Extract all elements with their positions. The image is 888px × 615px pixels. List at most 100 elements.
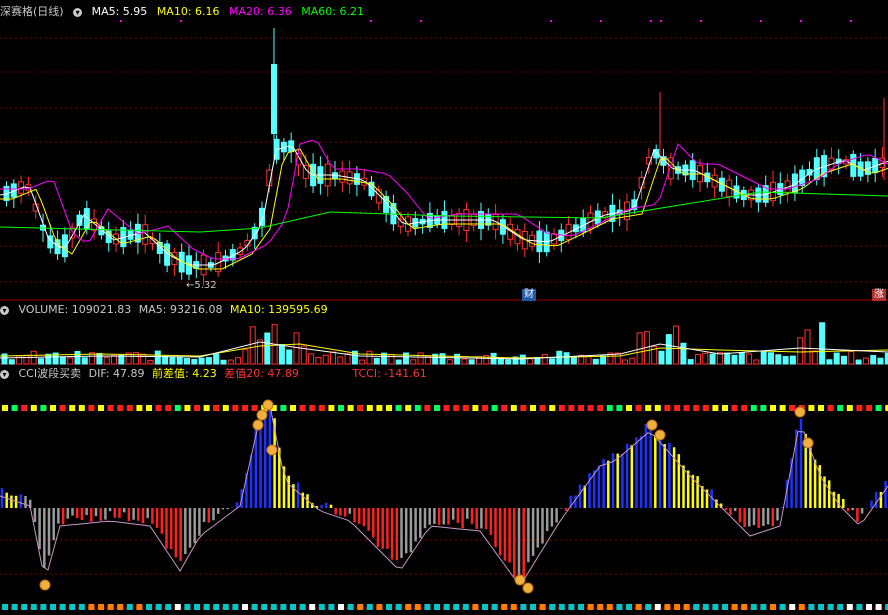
signal-dot-top <box>453 405 460 411</box>
hand-signal-icon <box>646 419 658 431</box>
signal-dot-bottom <box>299 604 306 610</box>
signal-dot-top <box>40 405 47 411</box>
signal-dot-top <box>770 405 776 411</box>
signal-dot-bottom <box>98 604 104 610</box>
signal-dot-top <box>741 405 748 411</box>
signal-dot-top <box>347 405 354 411</box>
signal-dot-bottom <box>395 604 402 610</box>
volume-bar <box>8 359 15 365</box>
volume-bar <box>220 359 227 365</box>
signal-dot-top <box>98 405 104 411</box>
volume-bar <box>191 359 198 365</box>
signal-dot-bottom <box>174 604 181 610</box>
volume-bar <box>169 356 176 365</box>
signal-dot-top <box>674 405 680 411</box>
signal-dot-bottom <box>126 604 133 610</box>
volume-bar <box>680 342 687 365</box>
signal-dot-top <box>462 405 469 411</box>
signal-dot-bottom <box>702 604 709 610</box>
signal-dot-top <box>664 405 671 411</box>
volume-bar <box>600 355 607 365</box>
signal-dot-bottom <box>347 604 354 610</box>
volume-bar <box>278 344 285 365</box>
signal-dot-top <box>866 405 872 411</box>
volume-bar <box>162 355 169 365</box>
volume-bar <box>468 359 475 365</box>
signal-dot-top <box>558 405 565 411</box>
marker-cai[interactable]: 财 <box>522 289 536 301</box>
signal-dot-top <box>299 405 306 411</box>
volume-bar <box>695 354 701 365</box>
signal-dot-top <box>328 405 335 411</box>
signal-dot-top <box>808 405 815 411</box>
signal-dot-bottom <box>414 604 421 610</box>
signal-dot-bottom <box>558 604 565 610</box>
signal-dot-top <box>645 405 652 411</box>
signal-dot-bottom <box>462 604 469 610</box>
signal-dot-bottom <box>568 604 575 610</box>
signal-dot-bottom <box>309 604 316 610</box>
signal-dot-bottom <box>760 604 767 610</box>
volume-bar <box>841 355 847 365</box>
signal-dot-top <box>50 405 56 411</box>
candle-body <box>271 64 277 134</box>
signal-dot-bottom <box>606 604 613 610</box>
signal-dot-top <box>69 405 76 411</box>
signal-dot-bottom <box>654 604 661 610</box>
event-tick <box>120 20 122 22</box>
signal-dot-bottom <box>242 604 248 610</box>
hand-signal-icon <box>794 406 806 418</box>
signal-dot-bottom <box>146 604 152 610</box>
volume-bar <box>804 329 811 365</box>
event-tick <box>180 20 182 22</box>
signal-dot-top <box>702 405 709 411</box>
signal-dot-bottom <box>808 604 815 610</box>
event-tick <box>370 20 372 22</box>
signal-dot-bottom <box>722 604 728 610</box>
signal-dot-top <box>578 405 584 411</box>
volume-bar <box>439 353 446 365</box>
signal-dot-top <box>731 405 738 411</box>
signal-dot-top <box>165 405 172 411</box>
signal-dot-bottom <box>539 604 546 610</box>
signal-dot-top <box>414 405 421 411</box>
volume-bar <box>388 353 395 365</box>
volume-bars <box>0 322 888 365</box>
signal-dot-top <box>491 405 498 411</box>
signal-dot-top <box>194 405 200 411</box>
signal-dot-top <box>875 405 882 411</box>
signal-dot-top <box>30 405 37 411</box>
signal-dot-bottom <box>472 604 479 610</box>
volume-bar <box>249 326 256 365</box>
signal-dot-top <box>443 405 450 411</box>
volume-bar <box>293 332 300 365</box>
volume-bar <box>81 357 88 365</box>
signal-dot-top <box>530 405 536 411</box>
volume-bar <box>870 355 877 365</box>
volume-bar <box>461 358 468 365</box>
volume-bar <box>344 353 351 365</box>
volume-bar <box>629 357 636 365</box>
signal-dot-bottom <box>2 604 8 610</box>
volume-bar <box>147 360 154 365</box>
volume-bar <box>45 353 52 365</box>
volume-bar <box>819 322 826 365</box>
hand-signal-icon <box>256 409 268 421</box>
signal-dot-bottom <box>11 604 18 610</box>
signal-dot-bottom <box>750 604 757 610</box>
volume-bar <box>738 352 745 365</box>
signal-dot-bottom <box>184 604 191 610</box>
kline-chart-canvas[interactable] <box>0 0 888 615</box>
signal-dot-top <box>232 405 239 411</box>
signal-dot-bottom <box>866 604 872 610</box>
signal-dot-bottom <box>482 604 488 610</box>
marker-zhang[interactable]: 涨 <box>872 289 886 301</box>
signal-dot-bottom <box>280 604 287 610</box>
signal-dot-top <box>472 405 479 411</box>
signal-dot-bottom <box>664 604 671 610</box>
signal-dot-bottom <box>386 604 392 610</box>
event-tick <box>660 20 662 22</box>
signal-dot-top <box>386 405 392 411</box>
volume-bar <box>366 350 373 365</box>
volume-bar <box>227 359 234 365</box>
